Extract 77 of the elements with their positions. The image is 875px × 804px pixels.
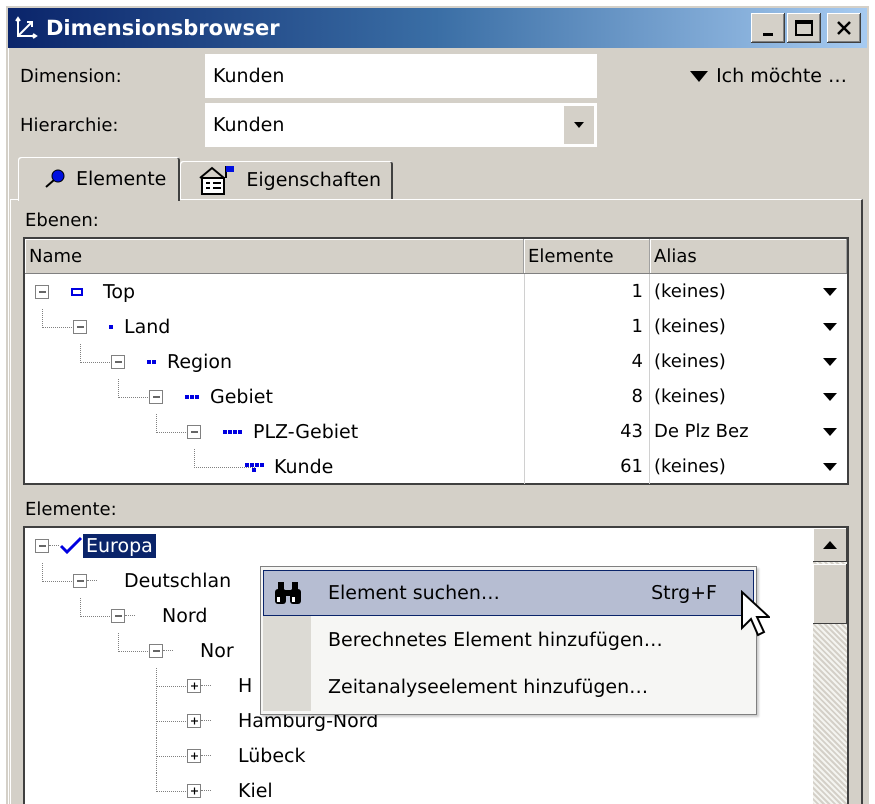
section-label: Ebenen: <box>25 210 100 231</box>
field-label: Dimension: <box>20 66 123 86</box>
column-header[interactable]: Alias <box>650 239 847 273</box>
minimize-button[interactable] <box>751 13 785 43</box>
menu-item[interactable]: Berechnetes Element hinzufügen… <box>263 617 754 663</box>
tree-item[interactable]: Kiel <box>235 778 276 802</box>
level-name: Land <box>124 316 170 338</box>
tree-item[interactable]: Nor <box>197 638 237 662</box>
maximize-icon <box>795 20 813 36</box>
section-label: Elemente: <box>25 499 118 520</box>
caret-icon[interactable] <box>823 358 837 366</box>
collapse-icon[interactable] <box>149 644 163 658</box>
binoculars-icon <box>273 581 303 605</box>
caret-icon[interactable] <box>823 322 837 330</box>
menu-item[interactable]: Element suchen… Strg+F <box>263 570 754 616</box>
element-count: 61 <box>620 456 643 477</box>
pin-icon <box>44 169 66 189</box>
level-name: Top <box>103 280 136 302</box>
maximize-button[interactable] <box>787 13 821 43</box>
alias-value: (keines) <box>654 316 726 337</box>
scroll-thumb[interactable] <box>813 564 847 624</box>
column-header[interactable]: Elemente <box>524 239 650 273</box>
properties-icon <box>198 164 236 196</box>
collapse-icon[interactable] <box>187 424 201 438</box>
tree-item[interactable]: H <box>235 674 256 698</box>
caret-icon[interactable] <box>823 428 837 436</box>
collapse-icon[interactable] <box>73 574 87 588</box>
tree-item[interactable]: Europa <box>83 534 156 558</box>
minimize-icon <box>763 32 773 36</box>
column-header[interactable]: Name <box>25 239 524 273</box>
collapse-icon[interactable] <box>73 320 87 334</box>
caret-icon[interactable] <box>823 288 837 296</box>
input-field[interactable]: Kunden <box>205 54 597 98</box>
expand-icon[interactable] <box>187 748 201 762</box>
expand-icon[interactable] <box>187 784 201 798</box>
element-count: 8 <box>632 386 643 407</box>
expand-icon[interactable] <box>187 714 201 728</box>
alias-value: (keines) <box>654 281 726 302</box>
element-count: 1 <box>632 281 643 302</box>
actions-menu-button[interactable]: Ich möchte … <box>690 65 847 87</box>
level-name: Gebiet <box>210 386 273 408</box>
collapse-icon[interactable] <box>111 608 125 622</box>
collapse-icon[interactable] <box>111 354 125 368</box>
tab[interactable]: Elemente <box>18 157 180 201</box>
tab[interactable]: Eigenschaften <box>180 161 394 199</box>
checkmark-icon <box>59 536 83 556</box>
element-count: 1 <box>632 316 643 337</box>
caret-icon[interactable] <box>823 462 837 470</box>
expand-icon[interactable] <box>187 678 201 692</box>
level-name: Kunde <box>274 456 334 478</box>
close-button[interactable] <box>827 13 861 43</box>
alias-value: (keines) <box>654 351 726 372</box>
element-count: 4 <box>632 351 643 372</box>
alias-value: (keines) <box>654 456 726 477</box>
tree-item[interactable]: Nord <box>159 604 210 628</box>
close-icon <box>836 21 852 35</box>
collapse-icon[interactable] <box>149 390 163 404</box>
collapse-icon[interactable] <box>35 284 49 298</box>
alias-value: De Plz Bez <box>654 421 749 442</box>
alias-value: (keines) <box>654 386 726 407</box>
window-title: Dimensionsbrowser <box>46 16 281 40</box>
hierarchy-dropdown[interactable]: Kunden <box>205 103 597 147</box>
scroll-up-button[interactable] <box>813 528 847 562</box>
arrow-up-icon <box>823 541 837 549</box>
collapse-icon[interactable] <box>35 538 49 552</box>
tree-item[interactable]: Lübeck <box>235 744 308 768</box>
menu-item[interactable]: Zeitanalyseelement hinzufügen… <box>263 664 754 710</box>
tree-item[interactable]: Deutschlan <box>121 568 234 592</box>
level-name: PLZ-Gebiet <box>253 420 358 442</box>
element-count: 43 <box>620 421 643 442</box>
caret-icon <box>690 70 708 82</box>
field-label: Hierarchie: <box>20 114 120 136</box>
caret-icon[interactable] <box>823 392 837 400</box>
scrollbar[interactable] <box>813 528 847 804</box>
level-name: Region <box>167 350 232 372</box>
axes-icon <box>14 16 38 40</box>
caret-icon[interactable] <box>574 122 584 128</box>
